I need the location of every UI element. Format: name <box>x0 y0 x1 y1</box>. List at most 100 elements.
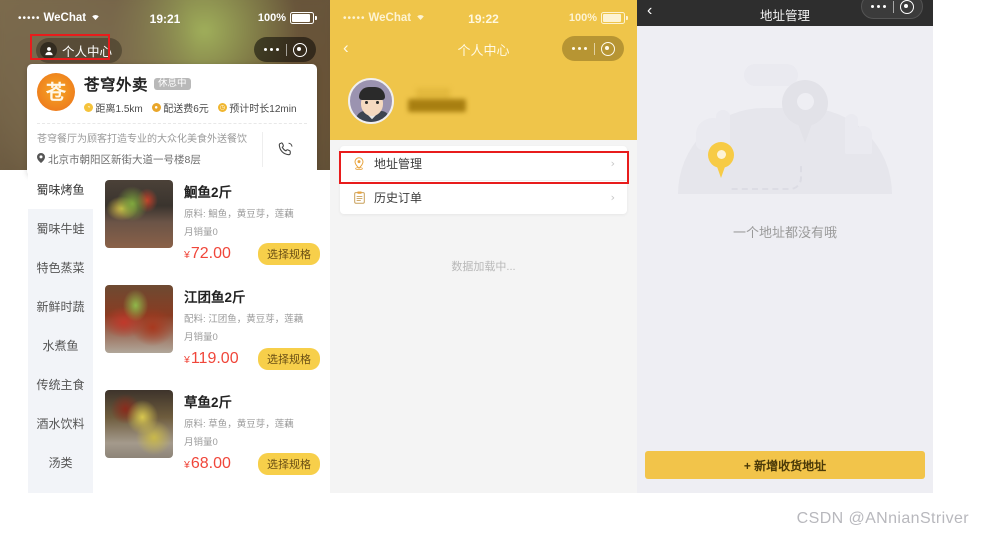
currency-symbol: ¥ <box>184 459 190 471</box>
sidebar-item-6[interactable]: 酒水饮料 <box>28 404 93 443</box>
shop-info-card[interactable]: 苍 苍穹外卖 休息中 ◔距离1.5km ●配送费6元 ◷预计时长12min <box>27 64 317 176</box>
select-spec-button[interactable]: 选择规格 <box>258 243 320 265</box>
select-spec-button[interactable]: 选择规格 <box>258 348 320 370</box>
dish-sales: 月销量0 <box>184 437 218 448</box>
nav-bar-panel3: ‹ 地址管理 <box>637 0 933 26</box>
sidebar-item-1[interactable]: 蜀味牛蛙 <box>28 209 93 248</box>
phone-icon[interactable] <box>262 132 307 167</box>
dish-price: ¥68.00 <box>184 455 231 473</box>
wechat-capsule-panel3[interactable] <box>861 0 923 19</box>
dish-photo <box>105 180 173 248</box>
dish-photo <box>105 285 173 353</box>
user-profile-row[interactable] <box>348 78 470 124</box>
dish-ingredients: 原料: 草鱼，黄豆芽，莲藕 <box>184 419 294 430</box>
panel-profile-center: ••••• WeChat 19:22 100% ‹ 个人中心 地址管理 › 历史… <box>330 0 637 493</box>
user-name-redacted <box>408 88 470 114</box>
profile-menu-list: 地址管理 › 历史订单 › <box>340 146 627 214</box>
panel-address-management: ‹ 地址管理 一个地址都没有哦 + 新增收货地址 <box>637 0 933 493</box>
select-spec-button[interactable]: 选择规格 <box>258 453 320 475</box>
dish-item[interactable]: 鮰鱼2斤 原料: 鮰鱼，黄豆芽，莲藕 月销量0 ¥72.00 选择规格 <box>105 170 330 275</box>
sidebar-item-2[interactable]: 特色蒸菜 <box>28 248 93 287</box>
dish-name: 草鱼2斤 <box>184 395 233 410</box>
shop-name: 苍穹外卖 <box>84 77 149 94</box>
dish-item[interactable]: 江团鱼2斤 配料: 江团鱼，黄豆芽，莲藕 月销量0 ¥119.00 选择规格 <box>105 275 330 380</box>
shop-detail: 苍穹餐厅为顾客打造专业的大众化美食外送餐饮 北京市朝阳区新街大道一号楼8层 <box>27 125 317 176</box>
battery-icon <box>290 12 317 24</box>
screenshot-stage: ••••• WeChat 19:21 100% 个人中心 苍 苍穹外卖 休息中 … <box>0 0 983 538</box>
shop-header: 苍 苍穹外卖 休息中 ◔ 距离1.5km ● 配送费6元 ◷ 预计时长12min <box>27 64 317 123</box>
shop-address-row: 北京市朝阳区新街大道一号楼8层 <box>37 152 262 167</box>
profile-center-label: 个人中心 <box>62 45 113 59</box>
shop-address: 北京市朝阳区新街大道一号楼8层 <box>48 154 201 166</box>
shop-tag-list: ◔ 距离1.5km ● 配送费6元 ◷ 预计时长12min <box>84 100 305 115</box>
add-address-button[interactable]: + 新增收货地址 <box>645 451 925 479</box>
location-pin-icon <box>37 153 45 166</box>
dish-price: ¥119.00 <box>184 350 239 368</box>
bush-icon <box>854 126 872 154</box>
panel-shop-menu: ••••• WeChat 19:21 100% 个人中心 苍 苍穹外卖 休息中 … <box>0 0 330 493</box>
status-bar-right: 100% <box>257 12 317 24</box>
empty-state-text: 一个地址都没有哦 <box>732 225 837 240</box>
close-target-icon[interactable] <box>287 42 313 57</box>
sidebar-item-4[interactable]: 水煮鱼 <box>28 326 93 365</box>
avatar[interactable] <box>348 78 394 124</box>
nav-bar-panel2: ‹ 个人中心 <box>330 36 637 64</box>
empty-state-illustration <box>670 64 900 220</box>
dish-photo <box>105 390 173 458</box>
clipboard-icon <box>352 191 366 204</box>
dish-name: 江团鱼2斤 <box>184 290 246 305</box>
dish-item[interactable]: 草鱼2斤 原料: 草鱼，黄豆芽，莲藕 月销量0 ¥68.00 选择规格 <box>105 380 330 485</box>
nav-bar-panel1: 个人中心 <box>0 36 330 66</box>
chevron-right-icon: › <box>610 190 615 204</box>
menu-item-address[interactable]: 地址管理 › <box>340 146 627 180</box>
delivery-fee-icon: ● <box>151 103 161 112</box>
status-bar-panel1: ••••• WeChat 19:21 100% <box>0 12 330 30</box>
shop-tag-fee: 配送费6元 <box>163 104 209 115</box>
sidebar-item-0[interactable]: 蜀味烤鱼 <box>28 170 93 209</box>
shop-tag-time: 预计时长12min <box>229 104 297 115</box>
status-bar-panel2: ••••• WeChat 19:22 100% <box>330 12 637 30</box>
time-icon: ◷ <box>217 103 227 112</box>
more-dots-icon[interactable] <box>565 46 594 51</box>
shop-logo-icon: 苍 <box>37 73 75 111</box>
currency-symbol: ¥ <box>184 249 190 261</box>
dish-sales: 月销量0 <box>184 227 218 238</box>
currency-symbol: ¥ <box>184 354 190 366</box>
battery-percent-label: 100% <box>568 12 597 24</box>
empty-state: 一个地址都没有哦 <box>637 64 933 241</box>
wechat-capsule-panel2[interactable] <box>562 36 624 61</box>
sidebar-item-3[interactable]: 新鲜时蔬 <box>28 287 93 326</box>
chevron-right-icon: › <box>610 156 615 170</box>
dish-price: ¥72.00 <box>184 245 231 263</box>
loading-text: 数据加载中... <box>451 261 516 273</box>
close-target-icon[interactable] <box>894 0 920 14</box>
dish-list: 鮰鱼2斤 原料: 鮰鱼，黄豆芽，莲藕 月销量0 ¥72.00 选择规格 江团鱼2… <box>93 170 330 493</box>
more-dots-icon[interactable] <box>864 4 893 9</box>
battery-percent-label: 100% <box>257 12 286 24</box>
dish-price-value: 72.00 <box>190 245 231 262</box>
watermark: CSDN @ANnianStriver <box>796 510 969 527</box>
close-target-icon[interactable] <box>595 41 621 56</box>
dish-price-value: 119.00 <box>190 350 239 367</box>
profile-center-button[interactable]: 个人中心 <box>36 38 123 63</box>
dish-name: 鮰鱼2斤 <box>184 185 233 200</box>
battery-icon <box>601 12 628 24</box>
menu-item-label: 历史订单 <box>374 190 423 205</box>
shop-status-badge: 休息中 <box>154 77 191 91</box>
dashed-path-icon <box>730 166 802 190</box>
shop-meta: 苍穹外卖 休息中 ◔ 距离1.5km ● 配送费6元 ◷ 预计时长12min <box>84 73 305 115</box>
status-bar-right: 100% <box>568 12 628 24</box>
more-dots-icon[interactable] <box>257 47 286 52</box>
location-pin-icon <box>352 156 366 170</box>
shop-description: 苍穹餐厅为顾客打造专业的大众化美食外送餐饮 <box>37 134 247 145</box>
wechat-capsule-panel1[interactable] <box>254 37 316 62</box>
small-map-pin-icon <box>708 142 734 178</box>
dish-ingredients: 配料: 江团鱼，黄豆芽，莲藕 <box>184 314 304 325</box>
sidebar-item-5[interactable]: 传统主食 <box>28 365 93 404</box>
sidebar-item-7[interactable]: 汤类 <box>28 443 93 482</box>
menu-item-history-orders[interactable]: 历史订单 › <box>340 180 627 214</box>
category-sidebar[interactable]: 蜀味烤鱼 蜀味牛蛙 特色蒸菜 新鲜时蔬 水煮鱼 传统主食 酒水饮料 汤类 <box>28 170 93 493</box>
dish-price-value: 68.00 <box>190 455 231 472</box>
menu-item-label: 地址管理 <box>374 156 423 171</box>
person-icon <box>40 42 57 59</box>
